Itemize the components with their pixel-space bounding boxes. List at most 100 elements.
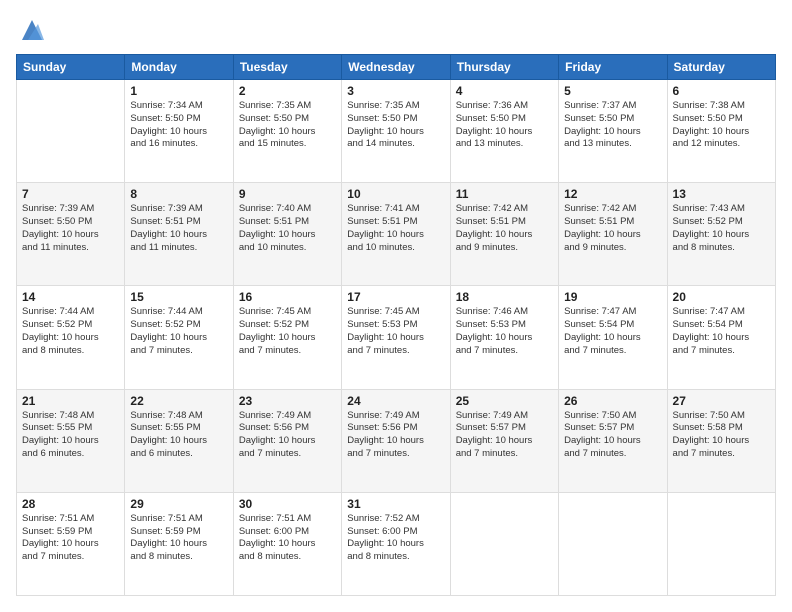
day-info: Sunrise: 7:51 AM Sunset: 5:59 PM Dayligh… <box>130 513 227 564</box>
calendar-cell: 17 Sunrise: 7:45 AM Sunset: 5:53 PM Dayli… <box>342 286 450 389</box>
day-info: Sunrise: 7:45 AM Sunset: 5:52 PM Dayligh… <box>239 306 336 357</box>
day-info: Sunrise: 7:49 AM Sunset: 5:57 PM Dayligh… <box>456 410 553 461</box>
calendar-cell: 3Sunrise: 7:35 AM Sunset: 5:50 PM Daylig… <box>342 80 450 183</box>
day-number: 30 <box>239 497 336 511</box>
day-number: 31 <box>347 497 444 511</box>
day-number: 20 <box>673 290 770 304</box>
col-header-saturday: Saturday <box>667 55 775 80</box>
calendar-cell: 14Sunrise: 7:44 AM Sunset: 5:52 PM Dayli… <box>17 286 125 389</box>
calendar-cell: 20Sunrise: 7:47 AM Sunset: 5:54 PM Dayli… <box>667 286 775 389</box>
calendar-cell: 31 Sunrise: 7:52 AM Sunset: 6:00 PM Dayli… <box>342 492 450 595</box>
calendar-cell: 15 Sunrise: 7:44 AM Sunset: 5:52 PM Dayli… <box>125 286 233 389</box>
day-info: Sunrise: 7:49 AM Sunset: 5:56 PM Dayligh… <box>347 410 444 461</box>
col-header-wednesday: Wednesday <box>342 55 450 80</box>
col-header-sunday: Sunday <box>17 55 125 80</box>
day-info: Sunrise: 7:52 AM Sunset: 6:00 PM Dayligh… <box>347 513 444 564</box>
day-number: 10 <box>347 187 444 201</box>
day-info: Sunrise: 7:47 AM Sunset: 5:54 PM Dayligh… <box>564 306 661 357</box>
calendar-cell: 23Sunrise: 7:49 AM Sunset: 5:56 PM Dayli… <box>233 389 341 492</box>
day-info: Sunrise: 7:45 AM Sunset: 5:53 PM Dayligh… <box>347 306 444 357</box>
calendar-cell <box>559 492 667 595</box>
calendar-cell: 26Sunrise: 7:50 AM Sunset: 5:57 PM Dayli… <box>559 389 667 492</box>
day-number: 13 <box>673 187 770 201</box>
day-number: 7 <box>22 187 119 201</box>
calendar-cell: 9 Sunrise: 7:40 AM Sunset: 5:51 PM Daylig… <box>233 183 341 286</box>
calendar-cell: 28 Sunrise: 7:51 AM Sunset: 5:59 PM Dayli… <box>17 492 125 595</box>
day-info: Sunrise: 7:43 AM Sunset: 5:52 PM Dayligh… <box>673 203 770 254</box>
day-info: Sunrise: 7:36 AM Sunset: 5:50 PM Dayligh… <box>456 100 553 151</box>
day-info: Sunrise: 7:44 AM Sunset: 5:52 PM Dayligh… <box>130 306 227 357</box>
day-number: 8 <box>130 187 227 201</box>
day-number: 15 <box>130 290 227 304</box>
day-info: Sunrise: 7:35 AM Sunset: 5:50 PM Dayligh… <box>347 100 444 151</box>
calendar-cell: 16 Sunrise: 7:45 AM Sunset: 5:52 PM Dayli… <box>233 286 341 389</box>
col-header-tuesday: Tuesday <box>233 55 341 80</box>
day-number: 25 <box>456 394 553 408</box>
calendar-cell: 24 Sunrise: 7:49 AM Sunset: 5:56 PM Dayli… <box>342 389 450 492</box>
calendar-cell: 2 Sunrise: 7:35 AM Sunset: 5:50 PM Daylig… <box>233 80 341 183</box>
calendar-cell: 22Sunrise: 7:48 AM Sunset: 5:55 PM Dayli… <box>125 389 233 492</box>
day-info: Sunrise: 7:42 AM Sunset: 5:51 PM Dayligh… <box>564 203 661 254</box>
day-info: Sunrise: 7:39 AM Sunset: 5:51 PM Dayligh… <box>130 203 227 254</box>
header <box>16 16 776 44</box>
day-info: Sunrise: 7:50 AM Sunset: 5:58 PM Dayligh… <box>673 410 770 461</box>
calendar-week-row: 28 Sunrise: 7:51 AM Sunset: 5:59 PM Dayli… <box>17 492 776 595</box>
day-number: 6 <box>673 84 770 98</box>
col-header-monday: Monday <box>125 55 233 80</box>
day-number: 5 <box>564 84 661 98</box>
day-info: Sunrise: 7:46 AM Sunset: 5:53 PM Dayligh… <box>456 306 553 357</box>
day-info: Sunrise: 7:51 AM Sunset: 5:59 PM Dayligh… <box>22 513 119 564</box>
calendar-cell: 5 Sunrise: 7:37 AM Sunset: 5:50 PM Daylig… <box>559 80 667 183</box>
calendar-table: SundayMondayTuesdayWednesdayThursdayFrid… <box>16 54 776 596</box>
col-header-thursday: Thursday <box>450 55 558 80</box>
calendar-cell: 1 Sunrise: 7:34 AM Sunset: 5:50 PM Daylig… <box>125 80 233 183</box>
calendar-cell: 13 Sunrise: 7:43 AM Sunset: 5:52 PM Dayli… <box>667 183 775 286</box>
calendar-cell: 19 Sunrise: 7:47 AM Sunset: 5:54 PM Dayli… <box>559 286 667 389</box>
calendar-cell: 21 Sunrise: 7:48 AM Sunset: 5:55 PM Dayli… <box>17 389 125 492</box>
calendar-cell: 11 Sunrise: 7:42 AM Sunset: 5:51 PM Dayli… <box>450 183 558 286</box>
page: SundayMondayTuesdayWednesdayThursdayFrid… <box>0 0 792 612</box>
day-number: 2 <box>239 84 336 98</box>
day-number: 1 <box>130 84 227 98</box>
day-number: 19 <box>564 290 661 304</box>
day-info: Sunrise: 7:48 AM Sunset: 5:55 PM Dayligh… <box>22 410 119 461</box>
calendar-header-row: SundayMondayTuesdayWednesdayThursdayFrid… <box>17 55 776 80</box>
col-header-friday: Friday <box>559 55 667 80</box>
logo-icon <box>18 16 46 44</box>
day-number: 16 <box>239 290 336 304</box>
day-number: 24 <box>347 394 444 408</box>
day-info: Sunrise: 7:44 AM Sunset: 5:52 PM Dayligh… <box>22 306 119 357</box>
day-info: Sunrise: 7:34 AM Sunset: 5:50 PM Dayligh… <box>130 100 227 151</box>
day-info: Sunrise: 7:40 AM Sunset: 5:51 PM Dayligh… <box>239 203 336 254</box>
day-info: Sunrise: 7:39 AM Sunset: 5:50 PM Dayligh… <box>22 203 119 254</box>
calendar-cell: 25 Sunrise: 7:49 AM Sunset: 5:57 PM Dayli… <box>450 389 558 492</box>
calendar-cell: 6 Sunrise: 7:38 AM Sunset: 5:50 PM Daylig… <box>667 80 775 183</box>
calendar-week-row: 7 Sunrise: 7:39 AM Sunset: 5:50 PM Daylig… <box>17 183 776 286</box>
day-number: 26 <box>564 394 661 408</box>
day-info: Sunrise: 7:38 AM Sunset: 5:50 PM Dayligh… <box>673 100 770 151</box>
calendar-cell: 10 Sunrise: 7:41 AM Sunset: 5:51 PM Dayli… <box>342 183 450 286</box>
day-info: Sunrise: 7:51 AM Sunset: 6:00 PM Dayligh… <box>239 513 336 564</box>
calendar-cell <box>17 80 125 183</box>
day-number: 28 <box>22 497 119 511</box>
calendar-cell <box>450 492 558 595</box>
day-number: 29 <box>130 497 227 511</box>
calendar-cell: 7 Sunrise: 7:39 AM Sunset: 5:50 PM Daylig… <box>17 183 125 286</box>
day-info: Sunrise: 7:37 AM Sunset: 5:50 PM Dayligh… <box>564 100 661 151</box>
calendar-cell: 12 Sunrise: 7:42 AM Sunset: 5:51 PM Dayli… <box>559 183 667 286</box>
day-info: Sunrise: 7:35 AM Sunset: 5:50 PM Dayligh… <box>239 100 336 151</box>
calendar-week-row: 1 Sunrise: 7:34 AM Sunset: 5:50 PM Daylig… <box>17 80 776 183</box>
calendar-week-row: 21 Sunrise: 7:48 AM Sunset: 5:55 PM Dayli… <box>17 389 776 492</box>
day-number: 17 <box>347 290 444 304</box>
day-info: Sunrise: 7:41 AM Sunset: 5:51 PM Dayligh… <box>347 203 444 254</box>
calendar-cell <box>667 492 775 595</box>
day-number: 9 <box>239 187 336 201</box>
calendar-cell: 8 Sunrise: 7:39 AM Sunset: 5:51 PM Daylig… <box>125 183 233 286</box>
day-info: Sunrise: 7:48 AM Sunset: 5:55 PM Dayligh… <box>130 410 227 461</box>
day-number: 21 <box>22 394 119 408</box>
day-number: 11 <box>456 187 553 201</box>
day-number: 4 <box>456 84 553 98</box>
day-number: 12 <box>564 187 661 201</box>
calendar-cell: 29 Sunrise: 7:51 AM Sunset: 5:59 PM Dayli… <box>125 492 233 595</box>
day-info: Sunrise: 7:42 AM Sunset: 5:51 PM Dayligh… <box>456 203 553 254</box>
